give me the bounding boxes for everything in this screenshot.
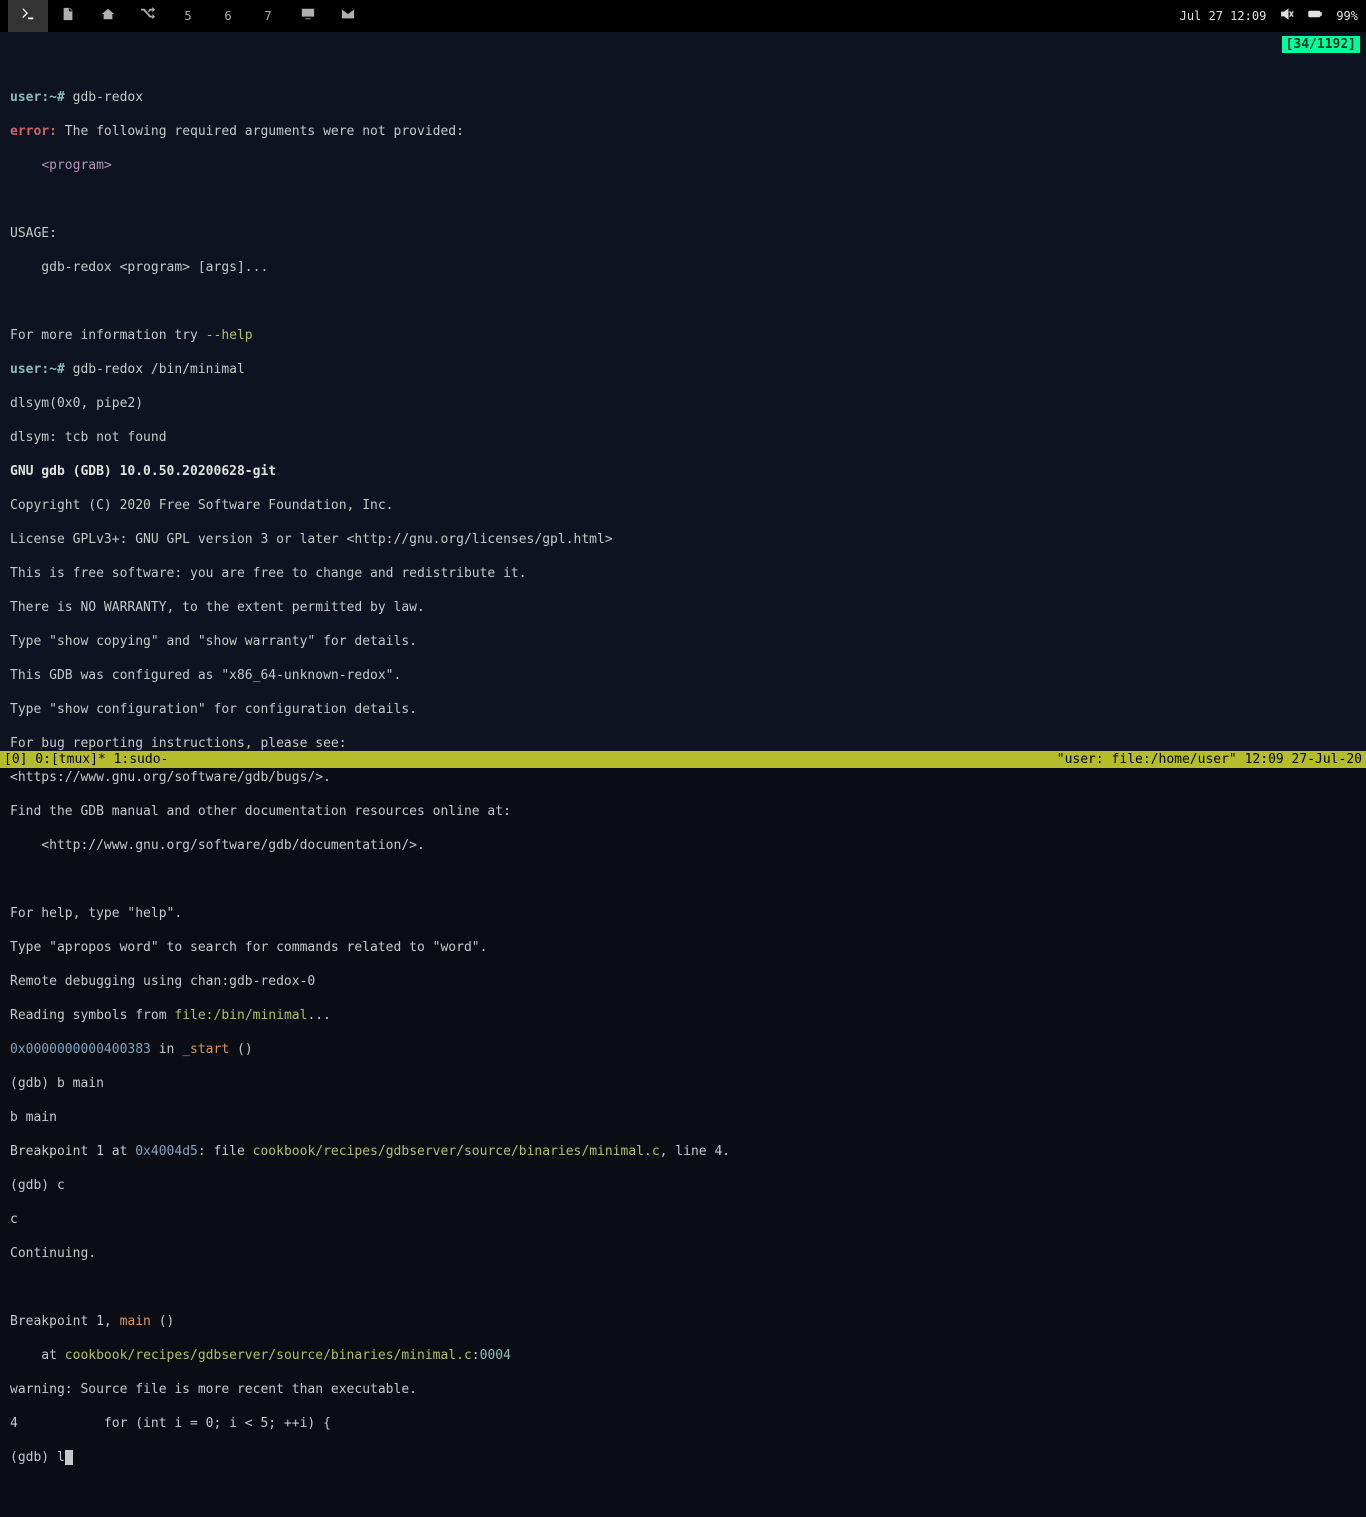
output-line: This is free software: you are free to c… (10, 565, 1356, 582)
more-info-line: For more information try --help (10, 327, 1356, 344)
workspace-5[interactable]: 5 (168, 0, 208, 32)
output-line: Type "show copying" and "show warranty" … (10, 633, 1356, 650)
warning-line: warning: Source file is more recent than… (10, 1381, 1356, 1398)
gdb-prompt-line: (gdb) c (10, 1177, 1356, 1194)
output-line: Find the GDB manual and other documentat… (10, 803, 1356, 820)
output-line: <http://www.gnu.org/software/gdb/documen… (10, 837, 1356, 854)
system-tray: Jul 27 12:09 99% (1180, 7, 1358, 25)
workspace-4[interactable] (128, 0, 168, 32)
mail-icon (341, 7, 355, 25)
usage-line: gdb-redox <program> [args]... (10, 259, 1356, 276)
gdb-version: GNU gdb (GDB) 10.0.50.20200628-git (10, 463, 1356, 480)
output-line: There is NO WARRANTY, to the extent perm… (10, 599, 1356, 616)
output-line: For help, type "help". (10, 905, 1356, 922)
workspace-6[interactable]: 6 (208, 0, 248, 32)
cursor (65, 1450, 73, 1465)
output-line: at cookbook/recipes/gdbserver/source/bin… (10, 1347, 1356, 1364)
output-line: Type "show configuration" for configurat… (10, 701, 1356, 718)
workspace-8[interactable] (288, 0, 328, 32)
prompt-line: user:~# gdb-redox /bin/minimal (10, 361, 1356, 378)
workspace-3[interactable] (88, 0, 128, 32)
battery-icon[interactable] (1308, 7, 1322, 25)
tmux-session-info: "user: file:/home/user" 12:09 27-Jul-20 (1057, 751, 1362, 768)
clock[interactable]: Jul 27 12:09 (1180, 9, 1267, 23)
output-line: Type "apropos word" to search for comman… (10, 939, 1356, 956)
usage-header: USAGE: (10, 225, 1356, 242)
output-line: b main (10, 1109, 1356, 1126)
workspace-7[interactable]: 7 (248, 0, 288, 32)
workspace-9[interactable] (328, 0, 368, 32)
top-panel: 5 6 7 Jul 27 12:09 99% (0, 0, 1366, 32)
output-line: Remote debugging using chan:gdb-redox-0 (10, 973, 1356, 990)
tmux-status-bar[interactable]: [0] 0:[tmux]* 1:sudo- "user: file:/home/… (0, 751, 1366, 768)
output-line: dlsym: tcb not found (10, 429, 1356, 446)
monitor-icon (301, 7, 315, 25)
output-line: c (10, 1211, 1356, 1228)
terminal-window[interactable]: [34/1192] user:~# gdb-redox error: The f… (0, 32, 1366, 768)
error-line: error: The following required arguments … (10, 123, 1356, 140)
workspace-switcher: 5 6 7 (8, 0, 368, 32)
error-arg-line: <program> (10, 157, 1356, 174)
output-line: <https://www.gnu.org/software/gdb/bugs/>… (10, 769, 1356, 786)
breakpoint-hit-line: Breakpoint 1, main () (10, 1313, 1356, 1330)
output-line: License GPLv3+: GNU GPL version 3 or lat… (10, 531, 1356, 548)
prompt-line: user:~# gdb-redox (10, 89, 1356, 106)
tmux-windows[interactable]: [0] 0:[tmux]* 1:sudo- (4, 751, 168, 768)
workspace-1[interactable] (8, 0, 48, 32)
scroll-position-indicator: [34/1192] (1282, 36, 1360, 53)
output-line: Reading symbols from file:/bin/minimal..… (10, 1007, 1356, 1024)
output-line: Continuing. (10, 1245, 1356, 1262)
source-line: 4 for (int i = 0; i < 5; ++i) { (10, 1415, 1356, 1432)
output-line: Copyright (C) 2020 Free Software Foundat… (10, 497, 1356, 514)
workspace-2[interactable] (48, 0, 88, 32)
document-icon (61, 7, 75, 25)
volume-mute-icon[interactable] (1280, 7, 1294, 25)
gdb-prompt-line: (gdb) b main (10, 1075, 1356, 1092)
output-line: For bug reporting instructions, please s… (10, 735, 1356, 752)
output-line: dlsym(0x0, pipe2) (10, 395, 1356, 412)
gdb-prompt-current: (gdb) l (10, 1449, 1356, 1466)
home-icon (101, 7, 115, 25)
shuffle-icon (141, 7, 155, 25)
terminal-icon (21, 7, 35, 25)
output-line: 0x0000000000400383 in _start () (10, 1041, 1356, 1058)
battery-percent: 99% (1336, 9, 1358, 23)
output-line: This GDB was configured as "x86_64-unkno… (10, 667, 1356, 684)
breakpoint-line: Breakpoint 1 at 0x4004d5: file cookbook/… (10, 1143, 1356, 1160)
